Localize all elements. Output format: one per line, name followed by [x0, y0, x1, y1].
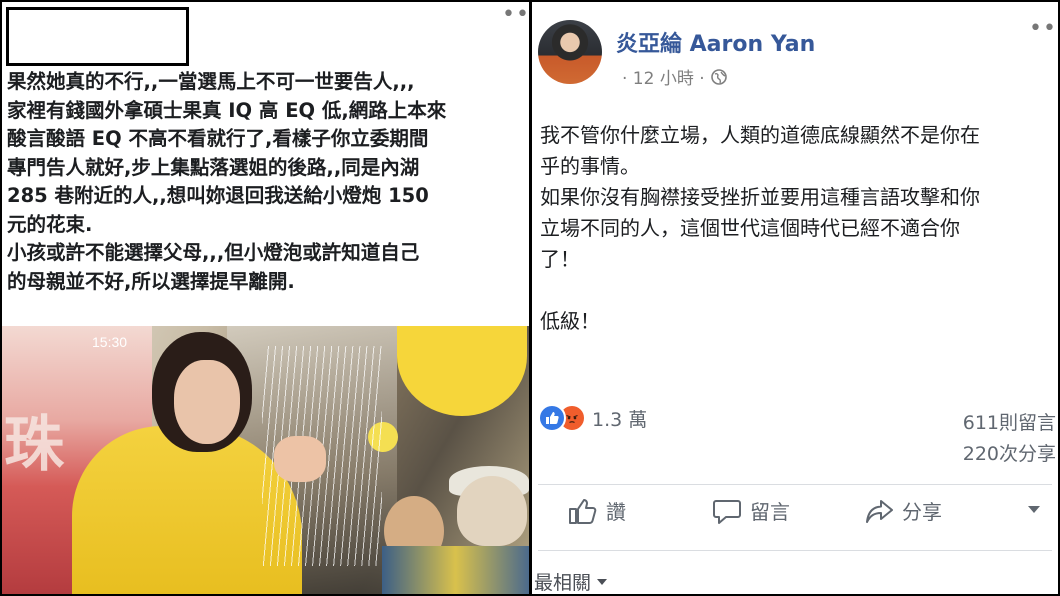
post-body-line: 了！ [540, 247, 580, 271]
avatar[interactable] [538, 20, 602, 84]
woman-face [174, 360, 240, 444]
author-name-link[interactable]: 炎亞綸 Aaron Yan [616, 26, 815, 58]
share-arrow-icon [866, 499, 893, 523]
crowd-background [382, 546, 529, 594]
thumbs-up-icon [569, 498, 597, 524]
post-actions-bar: 讚 留言 分享 [532, 496, 1058, 540]
like-reaction-icon [538, 404, 566, 432]
sort-label: 最相關 [534, 572, 592, 594]
divider [538, 484, 1052, 485]
post-body: 我不管你什麼立場，人類的道德底線顯然不是你在 乎的事情。 如果你沒有胸襟接受挫折… [540, 120, 1054, 337]
left-post-line: 酸言酸語 EQ 不高不看就行了,看樣子你立委期間 [7, 127, 429, 150]
left-post-line: 專門告人就好,步上集點落選姐的後路,,同是內湖 [7, 155, 420, 179]
comment-bubble-icon [713, 499, 741, 524]
post-body-line: 乎的事情。 [540, 154, 640, 178]
poster-time-text: 15:30 [92, 334, 128, 350]
comment-label: 留言 [750, 500, 790, 524]
more-options-icon[interactable]: ••• [1029, 18, 1058, 40]
post-body-spacer [540, 275, 1054, 306]
post-body-line: 如果你沒有胸襟接受挫折並要用這種言語攻擊和你 [540, 185, 980, 209]
left-post-line: 元的花束. [7, 212, 93, 236]
like-label: 讚 [606, 500, 626, 524]
right-post-panel: 炎亞綸 Aaron Yan · 12 小時 · ••• 我不管你什麼立場，人類的… [532, 2, 1058, 594]
comments-count-link[interactable]: 611則留言 [963, 408, 1056, 435]
left-post-line: 果然她真的不行,,一當選馬上不可一世要告人,,, [7, 70, 415, 93]
comment-sort-dropdown[interactable]: 最相關 [534, 568, 608, 594]
left-post-line: 小孩或許不能選擇父母,,,但小燈泡或許知道自己 [7, 241, 420, 264]
post-body-line: 我不管你什麼立場，人類的道德底線顯然不是你在 [540, 123, 980, 147]
child-figure [457, 476, 527, 546]
poster-big-text: 珠 [4, 411, 64, 478]
post-body-line: 低級！ [540, 309, 600, 333]
post-timestamp[interactable]: · 12 小時 · [622, 64, 705, 89]
share-button[interactable]: 分享 [864, 496, 942, 525]
left-post-panel: ••• 果然她真的不行,,一當選馬上不可一世要告人,,, 家裡有錢國外拿碩士果真… [2, 2, 529, 594]
woman-hand [274, 436, 326, 482]
chevron-down-icon[interactable] [1028, 506, 1040, 513]
yellow-balloon [397, 326, 527, 416]
left-post-line: 家裡有錢國外拿碩士果真 IQ 高 EQ 低,網路上本來 [7, 98, 447, 122]
share-label: 分享 [902, 500, 942, 524]
left-post-text: 果然她真的不行,,一當選馬上不可一世要告人,,, 家裡有錢國外拿碩士果真 IQ … [7, 68, 527, 296]
reactions-summary[interactable]: 1.3 萬 [538, 404, 647, 432]
more-options-icon[interactable]: ••• [502, 4, 529, 26]
divider [538, 550, 1052, 551]
shares-count-link[interactable]: 220次分享 [963, 439, 1056, 466]
post-meta: · 12 小時 · [622, 64, 727, 89]
globe-icon [710, 68, 727, 85]
reactions-count: 1.3 萬 [592, 408, 648, 431]
caret-down-icon [597, 578, 608, 585]
left-post-line: 的母親並不好,所以選擇提早離開. [7, 269, 295, 293]
left-post-line: 285 巷附近的人,,想叫妳退回我送給小燈炮 150 [7, 184, 429, 207]
thumbs-up-icon [546, 412, 559, 424]
post-photo[interactable]: 15:30 珠 [2, 326, 529, 594]
redacted-username-box [6, 7, 189, 66]
comment-button[interactable]: 留言 [712, 496, 790, 525]
post-body-line: 立場不同的人，這個世代這個時代已經不適合你 [540, 216, 960, 240]
like-button[interactable]: 讚 [568, 496, 626, 525]
